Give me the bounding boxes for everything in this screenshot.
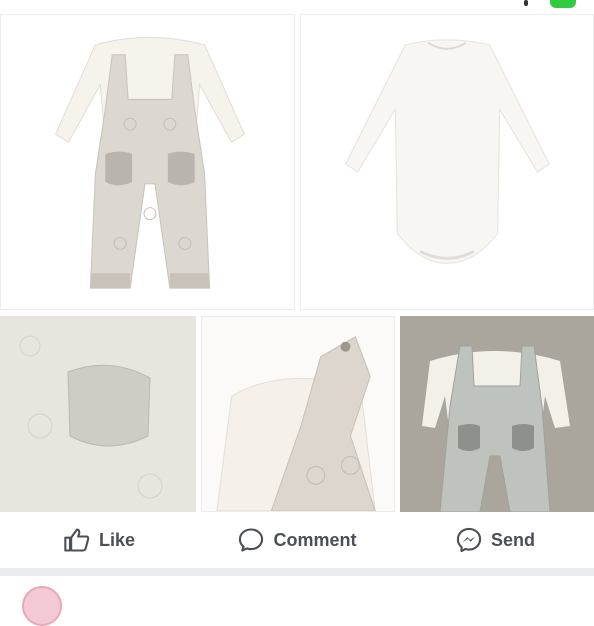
shoulder-closeup-image [202,317,394,511]
dungaree-set-image [54,36,245,289]
battery-badge [550,0,576,8]
photo-shoulder-closeup[interactable] [201,316,395,512]
status-indicator-icon [524,0,528,6]
outfit-on-floor-image [400,316,594,512]
post-action-bar: Like Comment Send [0,512,594,568]
bodysuit-image [345,39,550,264]
photo-outfit-on-floor[interactable] [400,316,594,512]
speech-bubble-icon [239,528,264,552]
photo-dungaree-set[interactable] [0,14,295,310]
comment-button[interactable]: Comment [198,526,396,554]
send-button[interactable]: Send [396,526,594,554]
status-bar [0,0,594,12]
like-button[interactable]: Like [0,526,198,554]
avatar[interactable] [22,586,62,626]
send-label: Send [490,529,535,550]
like-label: Like [98,529,136,550]
comment-label: Comment [273,529,357,550]
feed-divider [0,568,594,576]
messenger-icon [456,527,482,553]
photo-bodysuit[interactable] [300,14,594,310]
pocket-closeup-image [0,316,196,512]
thumbs-up-icon [64,528,90,552]
photo-pocket-closeup[interactable] [0,316,196,512]
